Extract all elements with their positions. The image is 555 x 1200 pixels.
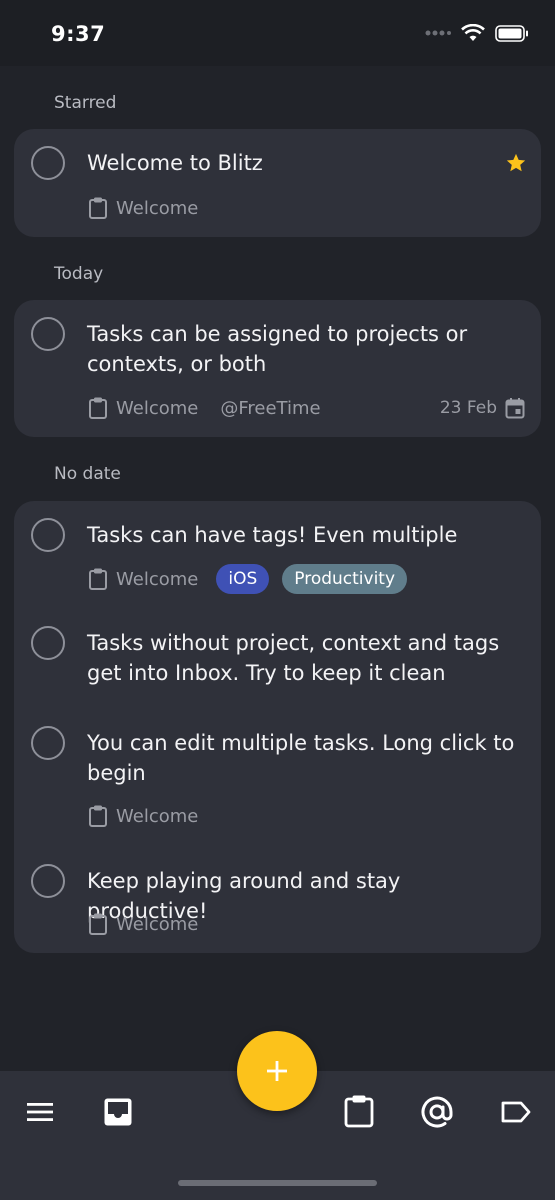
task-checkbox[interactable] <box>31 726 65 760</box>
task-project-name: Welcome <box>116 913 199 935</box>
clipboard-icon <box>89 397 107 419</box>
clipboard-icon <box>89 913 107 935</box>
task-context: @FreeTime <box>220 397 321 419</box>
battery-icon <box>495 24 528 42</box>
clipboard-icon <box>89 805 107 827</box>
menu-icon[interactable] <box>26 1100 54 1124</box>
add-task-button[interactable] <box>237 1031 317 1111</box>
task-project: Welcome <box>88 396 198 420</box>
task-card-starred: Welcome to Blitz Welcome <box>14 129 541 237</box>
task-project-name: Welcome <box>116 197 199 219</box>
task-meta: Welcome @FreeTime <box>88 393 321 423</box>
task-due-date: 23 Feb <box>440 393 525 423</box>
task-checkbox[interactable] <box>31 626 65 660</box>
section-label-no-date: No date <box>54 464 121 484</box>
clipboard-icon <box>89 568 107 590</box>
task-meta: Welcome <box>88 193 198 223</box>
task-meta: Welcome <box>88 801 198 831</box>
wifi-icon <box>461 24 485 41</box>
clipboard-icon <box>89 197 107 219</box>
task-item[interactable]: Tasks can have tags! Even multiple Welco… <box>14 501 541 609</box>
task-title: Tasks can be assigned to projects or con… <box>87 322 468 376</box>
task-checkbox[interactable] <box>31 146 65 180</box>
task-title: Tasks can have tags! Even multiple <box>87 523 458 547</box>
tag-productivity[interactable]: Productivity <box>282 564 408 594</box>
tag-icon[interactable] <box>500 1100 532 1124</box>
task-item[interactable]: Tasks without project, context and tags … <box>14 609 541 705</box>
task-checkbox[interactable] <box>31 864 65 898</box>
task-item[interactable]: Keep playing around and stay productive!… <box>14 847 541 953</box>
status-icons <box>425 24 529 42</box>
task-item[interactable]: You can edit multiple tasks. Long click … <box>14 709 541 847</box>
section-label-today: Today <box>54 264 104 284</box>
status-bar: 9:37 <box>0 0 555 66</box>
task-project-name: Welcome <box>116 568 199 590</box>
clipboard-icon[interactable] <box>344 1094 374 1128</box>
plus-icon <box>267 1061 287 1081</box>
task-project: Welcome <box>88 196 198 220</box>
inbox-icon[interactable] <box>103 1097 133 1127</box>
status-time: 9:37 <box>51 22 106 46</box>
at-icon[interactable] <box>421 1096 453 1128</box>
task-item[interactable]: Welcome to Blitz Welcome <box>14 129 541 237</box>
section-label-starred: Starred <box>54 93 117 113</box>
task-checkbox[interactable] <box>31 518 65 552</box>
task-title: You can edit multiple tasks. Long click … <box>87 731 515 785</box>
task-project: Welcome <box>88 912 198 936</box>
tag-ios[interactable]: iOS <box>216 564 270 594</box>
signal-icon <box>425 30 451 36</box>
task-item[interactable]: Tasks can be assigned to projects or con… <box>14 300 541 437</box>
task-title: Tasks without project, context and tags … <box>87 631 500 685</box>
task-meta: Welcome iOS Productivity <box>88 564 408 594</box>
task-card-today: Tasks can be assigned to projects or con… <box>14 300 541 437</box>
task-meta: Welcome <box>88 909 198 939</box>
task-checkbox[interactable] <box>31 317 65 351</box>
task-card-no-date: Tasks can have tags! Even multiple Welco… <box>14 501 541 953</box>
star-icon[interactable] <box>505 152 527 174</box>
task-project: Welcome <box>88 567 198 591</box>
task-project-name: Welcome <box>116 397 199 419</box>
task-title: Welcome to Blitz <box>87 151 263 175</box>
calendar-icon <box>505 398 525 419</box>
task-project: Welcome <box>88 804 198 828</box>
home-indicator[interactable] <box>178 1180 377 1186</box>
task-project-name: Welcome <box>116 805 199 827</box>
task-due-date-text: 23 Feb <box>439 398 497 418</box>
